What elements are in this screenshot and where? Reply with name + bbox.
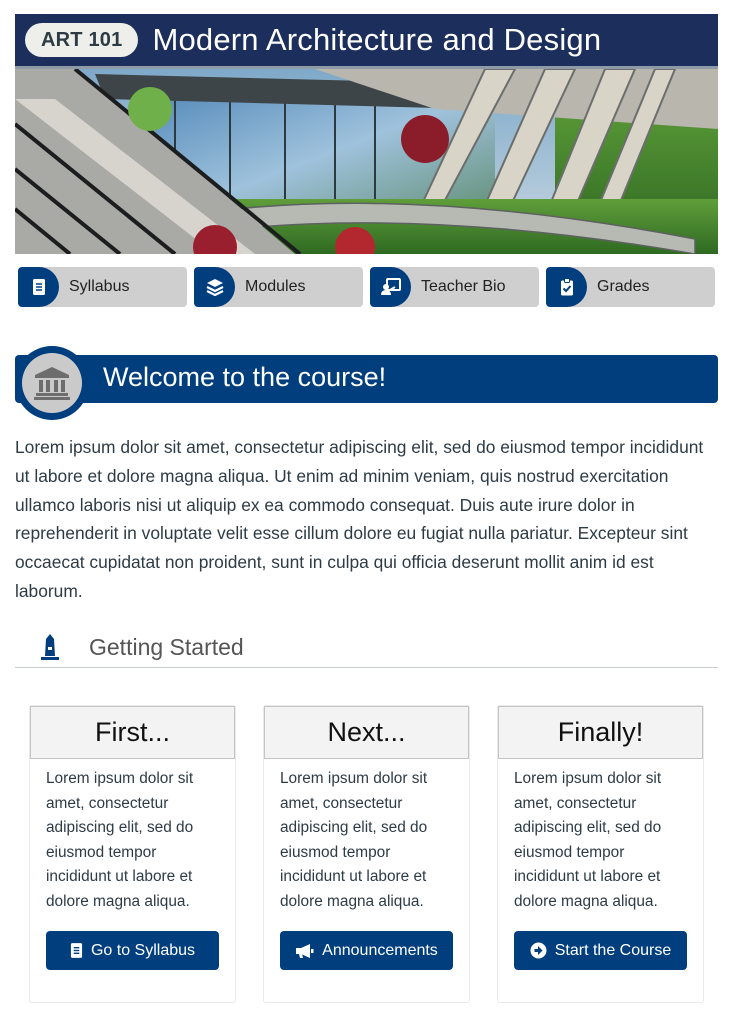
step-card-finally: Finally! Lorem ipsum dolor sit amet, con… [497, 705, 704, 1003]
nav-button-teacher-bio[interactable]: Teacher Bio [370, 267, 539, 307]
nav-label: Modules [245, 278, 306, 295]
button-label: Go to Syllabus [90, 941, 196, 959]
nav-button-grades[interactable]: Grades [546, 267, 715, 307]
go-to-syllabus-button[interactable]: Go to Syllabus [46, 931, 219, 970]
nav-label: Syllabus [69, 278, 130, 295]
card-heading: Finally! [498, 706, 703, 759]
button-label: Start the Course [554, 941, 672, 959]
nav-button-modules[interactable]: Modules [194, 267, 363, 307]
step-card-next: Next... Lorem ipsum dolor sit amet, cons… [263, 705, 470, 1003]
arrow-circle-right-icon [530, 942, 547, 959]
syllabus-icon [18, 267, 59, 307]
architecture-photo [15, 69, 718, 254]
intro-paragraph: Lorem ipsum dolor sit amet, consectetur … [15, 437, 704, 601]
layers-icon [194, 267, 235, 307]
institution-icon [34, 367, 70, 400]
step-card-first: First... Lorem ipsum dolor sit amet, con… [29, 705, 236, 1003]
megaphone-icon [296, 943, 314, 958]
nav-button-syllabus[interactable]: Syllabus [18, 267, 187, 307]
welcome-title: Welcome to the course! [103, 362, 387, 392]
card-body: Lorem ipsum dolor sit amet, consectetur … [280, 770, 428, 910]
nav-label: Grades [597, 278, 650, 295]
course-code-badge: ART 101 [25, 23, 139, 57]
start-course-button[interactable]: Start the Course [514, 931, 687, 970]
card-body: Lorem ipsum dolor sit amet, consectetur … [46, 770, 194, 910]
getting-started-title: Getting Started [89, 634, 244, 660]
card-heading: First... [30, 706, 235, 759]
nav-label: Teacher Bio [421, 278, 506, 295]
welcome-icon-badge [15, 346, 89, 420]
getting-started-heading: Getting Started [15, 628, 718, 668]
monument-icon [41, 634, 59, 660]
announcements-button[interactable]: Announcements [280, 931, 453, 970]
banner-image [15, 66, 718, 254]
syllabus-icon [70, 943, 83, 958]
teacher-icon [370, 267, 411, 307]
course-title: Modern Architecture and Design [152, 22, 602, 57]
clipboard-check-icon [546, 267, 587, 307]
button-label: Announcements [322, 941, 438, 959]
course-header: ART 101 Modern Architecture and Design [15, 14, 718, 66]
card-heading: Next... [264, 706, 469, 759]
card-body: Lorem ipsum dolor sit amet, consectetur … [514, 770, 662, 910]
course-nav: Syllabus Modules Teacher Bio Grades [18, 267, 718, 307]
